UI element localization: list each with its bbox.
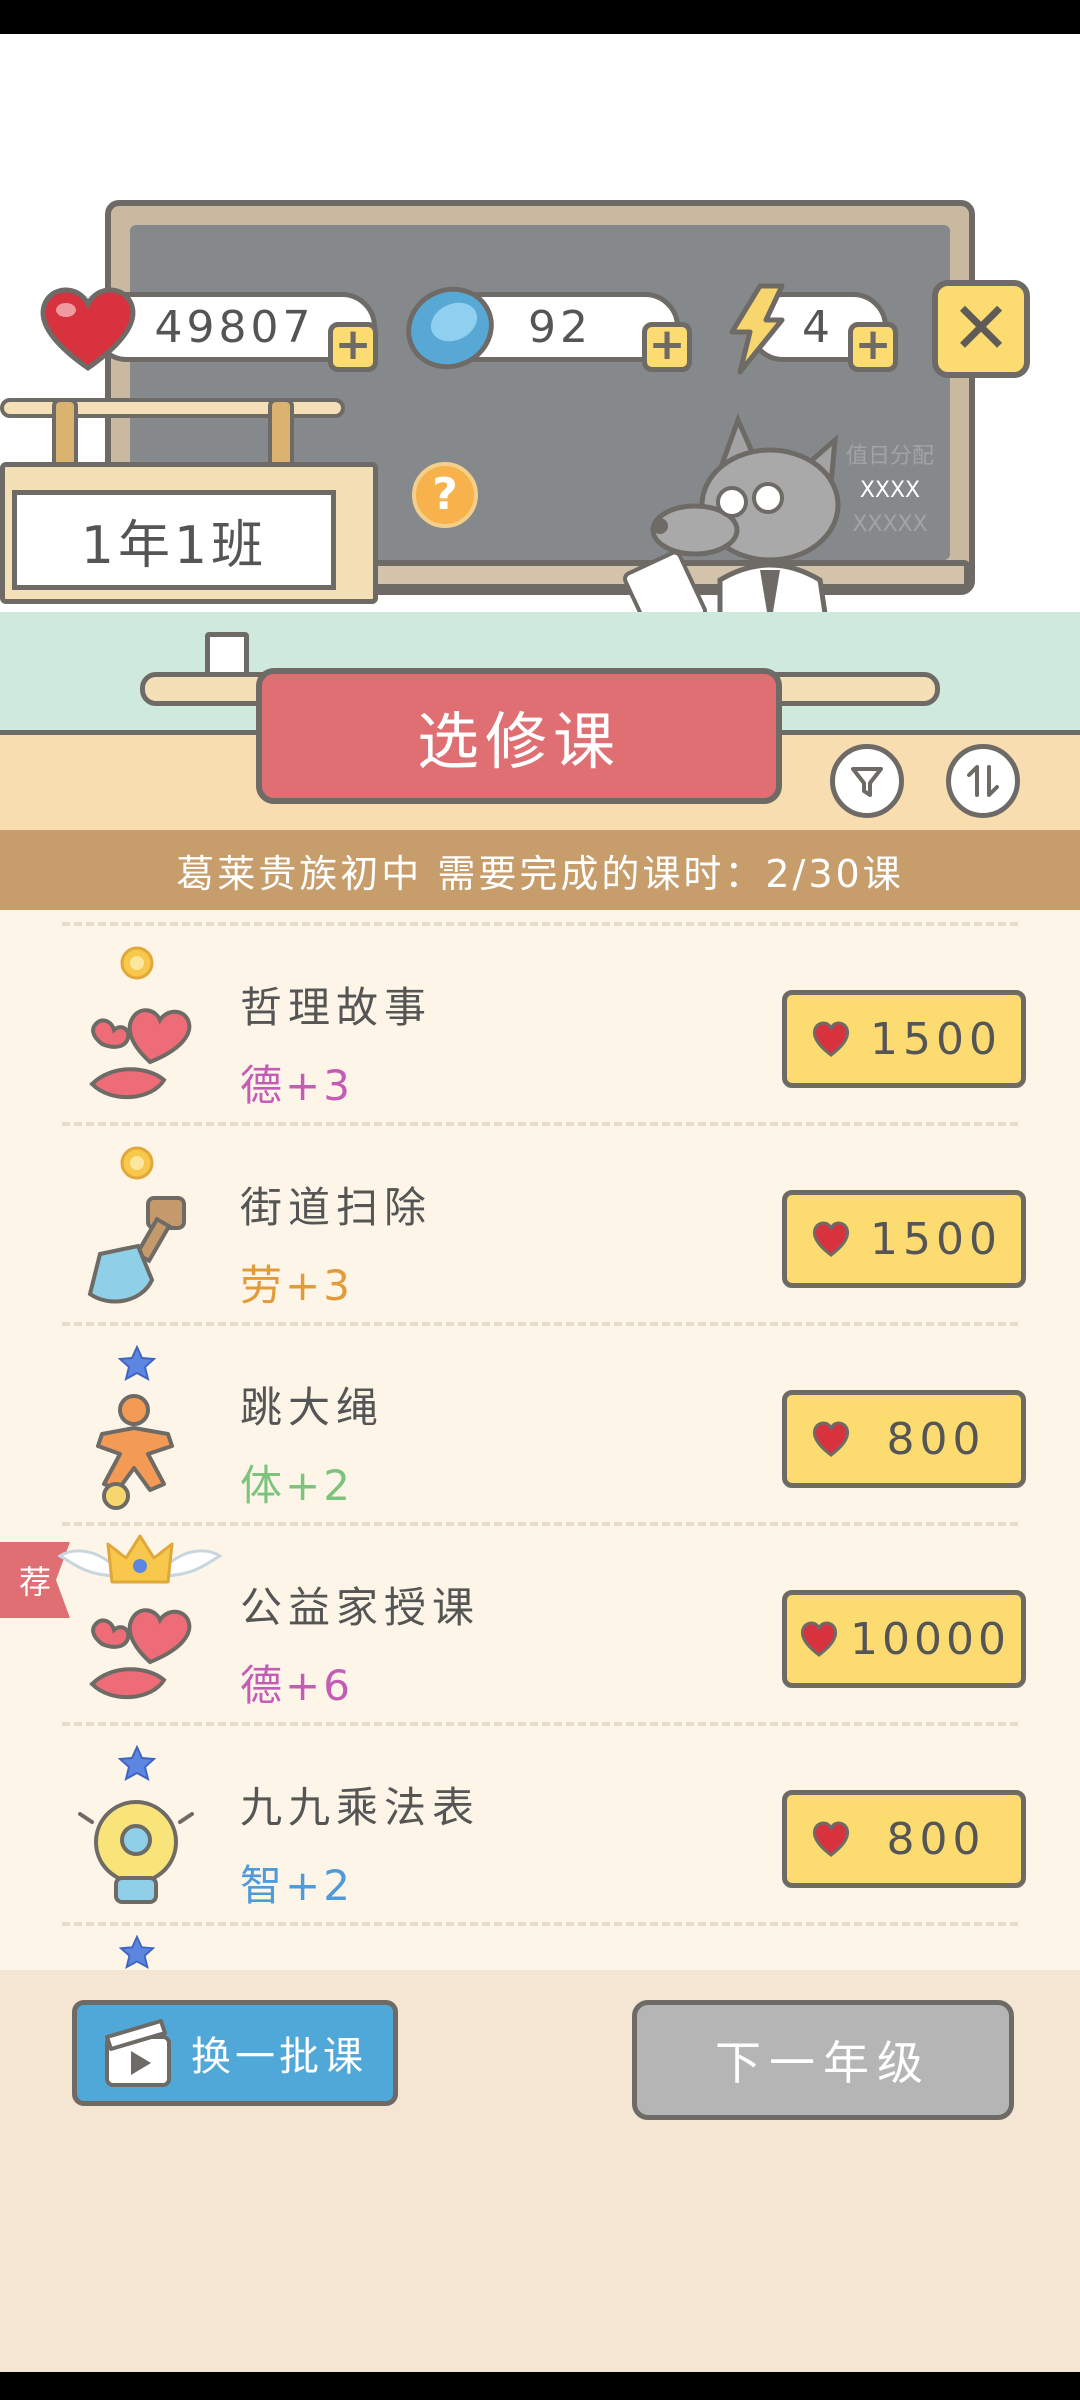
- course-row[interactable]: 哲理故事 德+3 1500: [0, 922, 1080, 1122]
- course-row[interactable]: 街道扫除 劳+3 1500: [0, 1122, 1080, 1322]
- course-stat: 德+6: [240, 1661, 353, 1710]
- next-grade-label: 下一年级: [715, 2036, 931, 2090]
- course-stat: 德+3: [240, 1061, 353, 1110]
- heart-icon: [812, 1821, 850, 1857]
- course-name: 街道扫除: [240, 1183, 433, 1232]
- lightning-icon: [729, 283, 785, 375]
- class-sign: 1年1班: [12, 490, 336, 590]
- star-badge-icon: [118, 1934, 156, 1970]
- course-stat: 智+2: [240, 1861, 353, 1910]
- heart-icon: [812, 1221, 850, 1257]
- game-screen: 值日分配 XXXX XXXXX 49807 + 92 + 4 + ✕ 1年1班 …: [0, 0, 1080, 2400]
- course-price: 1500: [870, 1013, 1002, 1065]
- buy-course-button[interactable]: 800: [782, 1790, 1026, 1888]
- course-name: 跳大绳: [240, 1383, 385, 1432]
- course-progress-bar: 葛莱贵族初中 需要完成的课时：2/30课: [0, 830, 1080, 910]
- winged-crown-icon: [58, 1534, 222, 1584]
- filter-icon: [851, 767, 883, 797]
- star-badge-icon: [118, 1744, 156, 1781]
- course-stat: 体+2: [240, 1461, 353, 1510]
- buy-course-button[interactable]: 800: [782, 1390, 1026, 1488]
- buy-course-button[interactable]: 1500: [782, 1190, 1026, 1288]
- refresh-label: 换一批课: [191, 2034, 367, 2080]
- class-name: 1年1班: [80, 515, 268, 576]
- add-hearts-button[interactable]: +: [328, 322, 378, 372]
- elective-course-banner: 选修课: [256, 668, 782, 804]
- add-energy-button[interactable]: +: [848, 322, 898, 372]
- navigation-bar: [0, 2372, 1080, 2400]
- coins-value: 92: [528, 301, 592, 353]
- blue-coin-icon: [406, 286, 494, 370]
- close-button[interactable]: ✕: [932, 280, 1030, 378]
- video-play-icon: [105, 2019, 171, 2087]
- lightbulb-icon: [78, 1800, 194, 1904]
- filter-button[interactable]: [830, 744, 904, 818]
- star-badge-icon: [118, 1344, 156, 1381]
- refresh-courses-button[interactable]: 换一批课: [72, 2000, 398, 2106]
- course-price: 10000: [850, 1613, 1010, 1665]
- course-row[interactable]: 九九乘法表 智+2 800: [0, 1722, 1080, 1922]
- status-bar: [0, 0, 1080, 34]
- heart-icon: [812, 1421, 850, 1457]
- course-price: 800: [886, 1813, 986, 1865]
- course-name: 九九乘法表: [240, 1783, 481, 1832]
- buy-course-button[interactable]: 1500: [782, 990, 1026, 1088]
- hearts-course-icon: [89, 1608, 192, 1699]
- hearts-value: 49807: [154, 301, 315, 353]
- hearts-course-icon: [89, 1008, 192, 1099]
- add-coins-button[interactable]: +: [642, 322, 692, 372]
- course-name: 哲理故事: [240, 983, 433, 1032]
- page-title: 选修课: [416, 705, 621, 778]
- shovel-icon: [87, 1196, 186, 1304]
- heart-icon: [800, 1621, 838, 1657]
- next-grade-button[interactable]: 下一年级: [632, 2000, 1014, 2120]
- sort-icon: [967, 765, 999, 797]
- jump-rope-icon: [96, 1394, 174, 1510]
- course-row[interactable]: 跳大绳 体+2 800: [0, 1322, 1080, 1522]
- course-progress-text: 葛莱贵族初中 需要完成的课时：2/30课: [176, 851, 904, 896]
- energy-value: 4: [802, 301, 834, 353]
- course-stat: 劳+3: [240, 1261, 353, 1310]
- course-name: 公益家授课: [240, 1583, 481, 1632]
- recommended-label: 荐: [18, 1563, 51, 1601]
- sun-badge-icon: [120, 1146, 154, 1180]
- course-row[interactable]: 荐 公益家授课 德+6 10000: [0, 1522, 1080, 1722]
- heart-currency-icon: [40, 287, 136, 372]
- buy-course-button[interactable]: 10000: [782, 1590, 1026, 1688]
- sort-button[interactable]: [946, 744, 1020, 818]
- course-price: 1500: [870, 1213, 1002, 1265]
- divider: [62, 1922, 1018, 1926]
- course-list[interactable]: 哲理故事 德+3 1500 街道扫除 劳+3 1500 跳大绳 体+2 800 …: [0, 910, 1080, 1970]
- help-button[interactable]: ?: [412, 462, 478, 528]
- heart-icon: [812, 1021, 850, 1057]
- sun-badge-icon: [120, 946, 154, 980]
- course-price: 800: [886, 1413, 986, 1465]
